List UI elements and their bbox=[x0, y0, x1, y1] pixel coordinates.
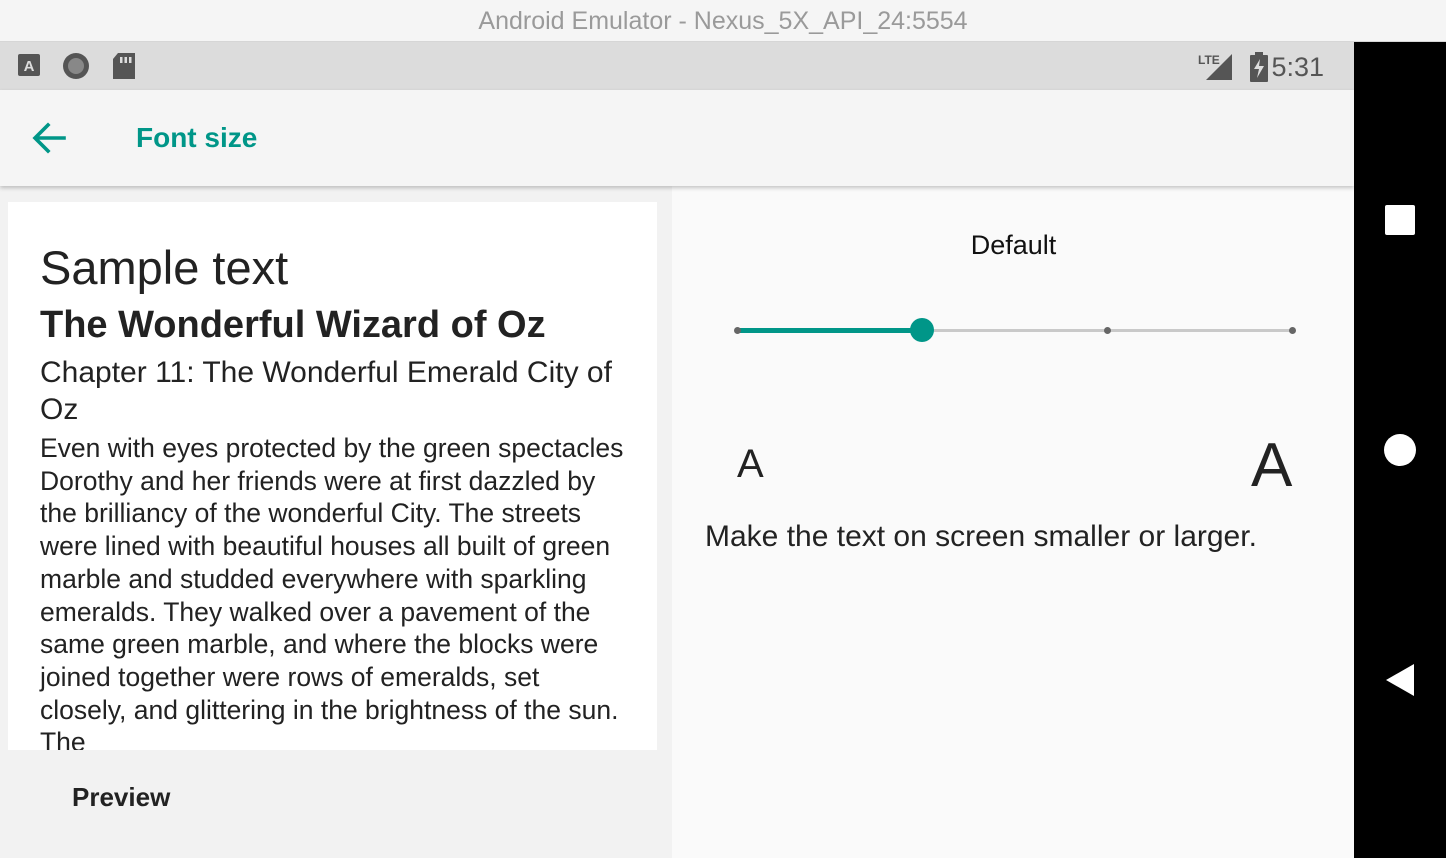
slider-tick[interactable] bbox=[1103, 327, 1111, 334]
home-button[interactable] bbox=[1382, 433, 1418, 472]
preview-card[interactable]: Sample text The Wonderful Wizard of Oz C… bbox=[8, 202, 657, 750]
page-title: Font size bbox=[136, 122, 258, 153]
font-size-description: Make the text on screen smaller or large… bbox=[705, 520, 1257, 553]
arrow-back-icon bbox=[30, 120, 66, 161]
device-screen: A LTE 5:31 Font size Sample text The Won… bbox=[0, 42, 1354, 858]
nav-back-button[interactable] bbox=[1382, 663, 1418, 702]
slider-tick[interactable] bbox=[733, 327, 741, 334]
preview-body-text: Even with eyes protected by the green sp… bbox=[40, 433, 624, 750]
svg-text:A: A bbox=[24, 58, 35, 75]
preview-pane: Sample text The Wonderful Wizard of Oz C… bbox=[0, 186, 672, 858]
book-title: The Wonderful Wizard of Oz bbox=[40, 304, 546, 346]
larger-size-glyph: A bbox=[1251, 431, 1293, 500]
lte-signal-icon: LTE bbox=[1196, 52, 1236, 80]
home-circle-icon bbox=[1383, 433, 1417, 472]
back-triangle-icon bbox=[1384, 663, 1416, 702]
status-time: 5:31 bbox=[1271, 52, 1324, 82]
app-bar: Font size bbox=[0, 90, 1354, 186]
navigation-bar bbox=[1354, 42, 1446, 858]
sample-heading: Sample text bbox=[40, 241, 289, 294]
current-size-label: Default bbox=[970, 230, 1057, 260]
recents-button[interactable] bbox=[1382, 204, 1418, 240]
status-bar: A LTE 5:31 bbox=[0, 42, 1354, 90]
recents-square-icon bbox=[1384, 204, 1416, 241]
sd-card-icon bbox=[110, 52, 138, 80]
slider-thumb[interactable] bbox=[910, 318, 934, 342]
back-button[interactable] bbox=[22, 114, 74, 166]
slider-tick[interactable] bbox=[1288, 327, 1296, 334]
battery-charging-icon bbox=[1248, 52, 1270, 82]
preview-label: Preview bbox=[72, 782, 171, 812]
font-size-slider[interactable] bbox=[727, 310, 1307, 350]
window-title: Android Emulator - Nexus_5X_API_24:5554 bbox=[0, 0, 1446, 42]
slider-track-fill bbox=[737, 328, 922, 333]
font-size-controls: Default A A Make the text on screen smal… bbox=[673, 186, 1354, 858]
preview-content: Sample text The Wonderful Wizard of Oz C… bbox=[40, 240, 630, 750]
svg-text:LTE: LTE bbox=[1198, 53, 1220, 67]
record-circle-icon bbox=[61, 52, 89, 80]
chapter-title: Chapter 11: The Wonderful Emerald City o… bbox=[40, 356, 612, 426]
android-a-icon: A bbox=[16, 52, 44, 80]
smaller-size-glyph: A bbox=[737, 442, 764, 486]
